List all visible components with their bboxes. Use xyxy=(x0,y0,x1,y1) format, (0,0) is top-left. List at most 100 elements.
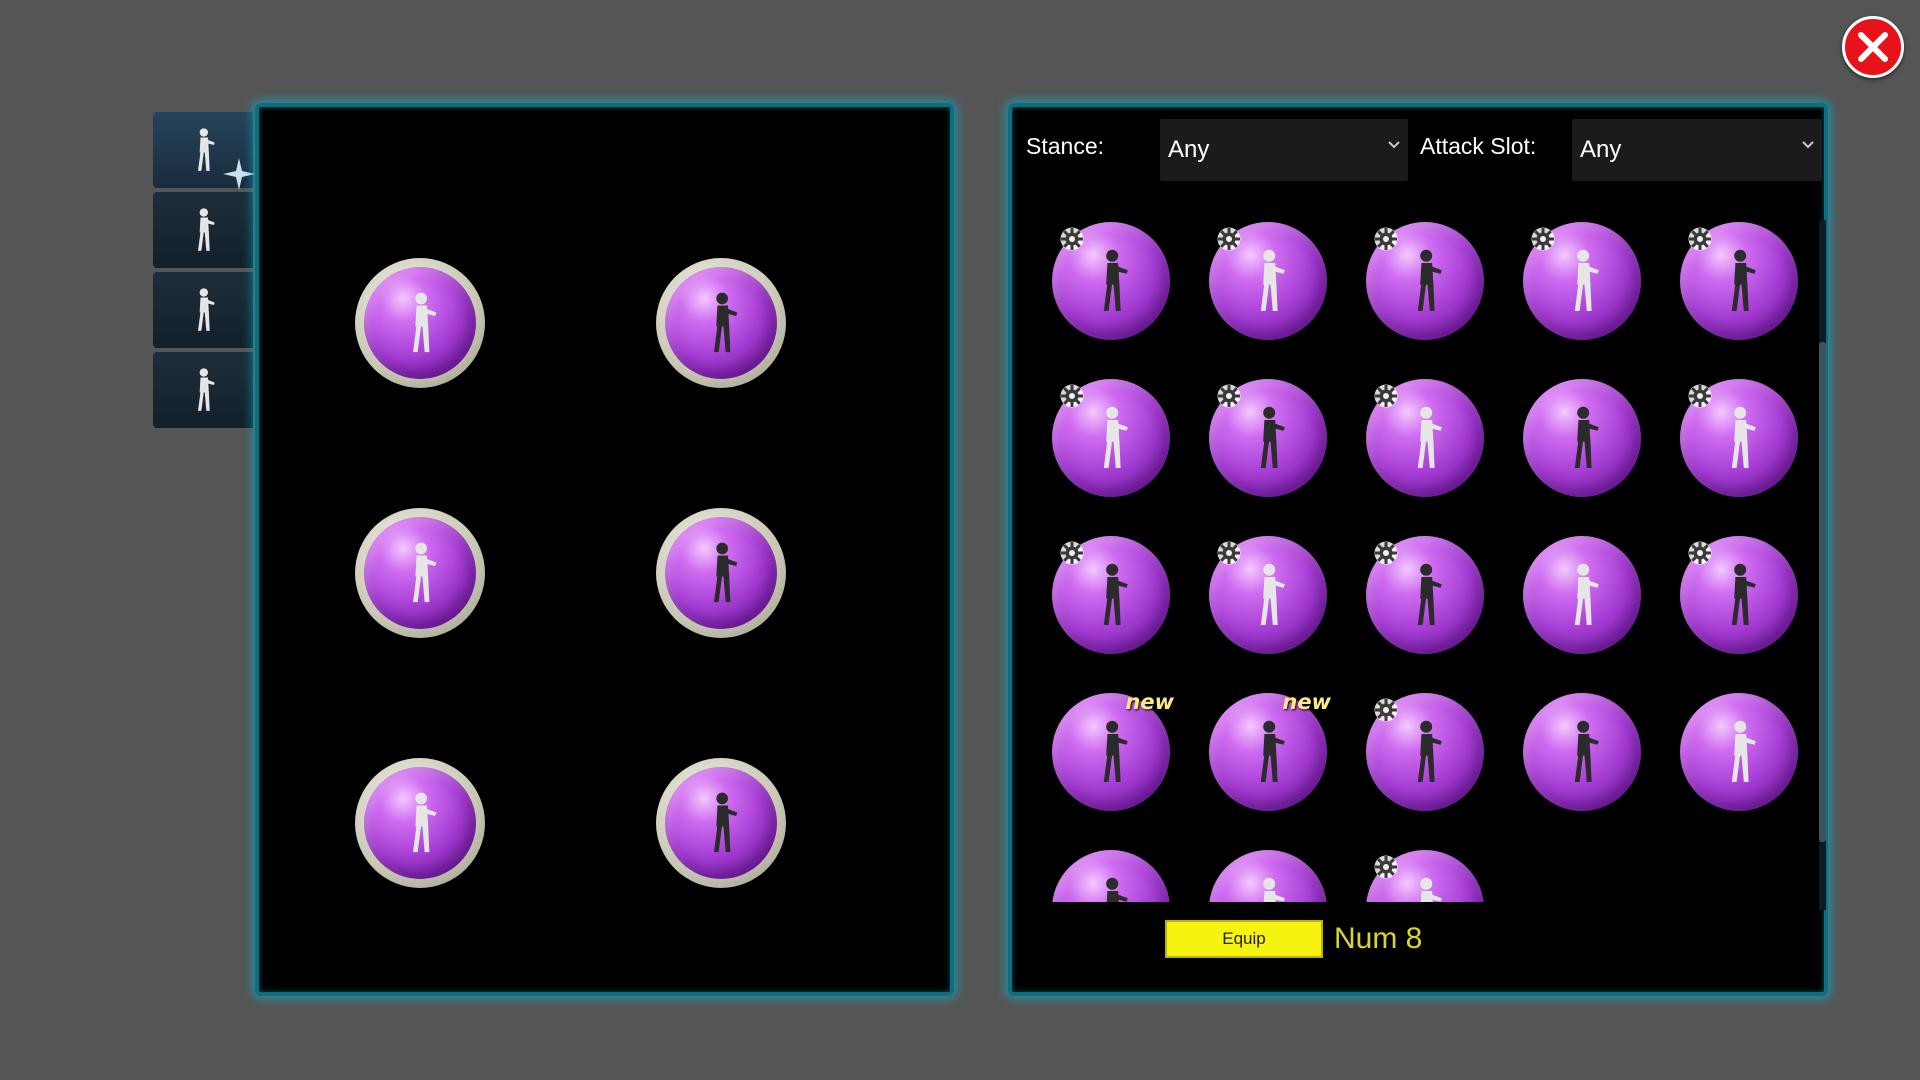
stand-pose-icon xyxy=(413,292,437,353)
scrollbar-thumb[interactable] xyxy=(1819,342,1826,842)
move-orb xyxy=(1209,850,1327,902)
stance-tabs xyxy=(153,112,255,432)
fighter-pose-icon xyxy=(1417,406,1442,468)
punch-pose-icon xyxy=(714,292,738,353)
new-badge: new xyxy=(1125,690,1174,714)
move-item-5[interactable] xyxy=(1680,222,1798,340)
low-lunge-pose-icon xyxy=(714,542,738,603)
equip-count-label: Num 8 xyxy=(1334,922,1423,955)
gear-icon xyxy=(1374,541,1398,565)
stance-filter-dropdown[interactable]: Any xyxy=(1160,119,1408,181)
fighter-pose-icon xyxy=(1103,563,1128,625)
move-orb xyxy=(1523,379,1641,497)
fighter-pose-icon xyxy=(1417,563,1442,625)
equip-button[interactable]: Equip xyxy=(1165,920,1323,958)
equipped-slot-3[interactable] xyxy=(355,508,485,638)
move-orb xyxy=(665,517,777,629)
move-item-13[interactable] xyxy=(1366,536,1484,654)
equipped-moves-panel xyxy=(255,103,954,996)
gear-icon xyxy=(1374,227,1398,251)
move-item-7[interactable] xyxy=(1209,379,1327,497)
move-item-21[interactable] xyxy=(1052,850,1170,902)
move-item-4[interactable] xyxy=(1523,222,1641,340)
move-orb xyxy=(665,267,777,379)
move-item-8[interactable] xyxy=(1366,379,1484,497)
selected-sparkle-icon xyxy=(223,158,255,190)
move-item-1[interactable] xyxy=(1052,222,1170,340)
stance-filter-value: Any xyxy=(1168,136,1210,163)
sweep-kick-pose-icon xyxy=(714,792,738,853)
move-item-10[interactable] xyxy=(1680,379,1798,497)
move-library-panel: Stance: Any Attack Slot: Any new new xyxy=(1008,103,1828,996)
fighter-pose-icon xyxy=(1731,249,1756,311)
filter-bar: Stance: Any Attack Slot: Any xyxy=(1012,119,1824,181)
fighter-stance-2-icon xyxy=(198,208,215,251)
fighter-stance-3-icon xyxy=(198,288,215,331)
fighter-pose-icon xyxy=(1574,406,1599,468)
new-badge: new xyxy=(1282,690,1331,714)
move-item-14[interactable] xyxy=(1523,536,1641,654)
equipped-slot-4[interactable] xyxy=(656,508,786,638)
move-orb xyxy=(665,767,777,879)
fighter-pose-icon xyxy=(1731,563,1756,625)
move-grid-scrollbar[interactable] xyxy=(1819,220,1826,910)
fighter-pose-icon xyxy=(1574,720,1599,782)
move-orb xyxy=(1523,693,1641,811)
move-item-16[interactable]: new xyxy=(1052,690,1174,811)
move-item-22[interactable] xyxy=(1209,850,1327,902)
fighter-pose-icon xyxy=(1260,563,1285,625)
chevron-down-icon xyxy=(1802,141,1814,149)
fighter-pose-icon xyxy=(1574,249,1599,311)
equipped-slot-6[interactable] xyxy=(656,758,786,888)
move-grid: new new xyxy=(1032,222,1802,902)
gear-icon xyxy=(1217,384,1241,408)
gear-icon xyxy=(1217,227,1241,251)
gear-icon xyxy=(1060,227,1084,251)
attack-slot-filter-value: Any xyxy=(1580,136,1622,163)
move-item-9[interactable] xyxy=(1523,379,1641,497)
move-item-23[interactable] xyxy=(1366,850,1484,902)
stance-filter-label: Stance: xyxy=(1026,133,1104,159)
move-orb xyxy=(364,517,476,629)
fighter-pose-icon xyxy=(1260,406,1285,468)
fighter-pose-icon xyxy=(1574,563,1599,625)
move-item-11[interactable] xyxy=(1052,536,1170,654)
move-item-18[interactable] xyxy=(1366,693,1484,811)
gear-icon xyxy=(1374,698,1398,722)
side-kick-pose-icon xyxy=(413,792,437,853)
equipped-slot-1[interactable] xyxy=(355,258,485,388)
chevron-down-icon xyxy=(1388,141,1400,149)
equipped-slot-2[interactable] xyxy=(656,258,786,388)
move-item-12[interactable] xyxy=(1209,536,1327,654)
fighter-pose-icon xyxy=(1103,406,1128,468)
move-item-2[interactable] xyxy=(1209,222,1327,340)
gear-icon xyxy=(1688,384,1712,408)
fighter-stance-4-icon xyxy=(198,368,215,411)
gear-icon xyxy=(1060,384,1084,408)
move-item-15[interactable] xyxy=(1680,536,1798,654)
gear-icon xyxy=(1374,384,1398,408)
gear-icon xyxy=(1060,541,1084,565)
move-item-20[interactable] xyxy=(1680,693,1798,811)
move-orb xyxy=(364,767,476,879)
close-button[interactable] xyxy=(1842,16,1904,78)
close-x-icon xyxy=(1858,32,1888,62)
attack-slot-filter-dropdown[interactable]: Any xyxy=(1572,119,1822,181)
move-orb xyxy=(364,267,476,379)
move-item-19[interactable] xyxy=(1523,693,1641,811)
stance-tab-1[interactable] xyxy=(153,112,255,190)
gear-icon xyxy=(1531,227,1555,251)
move-orb xyxy=(1523,536,1641,654)
move-orb xyxy=(1680,693,1798,811)
move-item-3[interactable] xyxy=(1366,222,1484,340)
fighter-pose-icon xyxy=(1260,249,1285,311)
stance-tab-3[interactable] xyxy=(153,272,253,348)
gear-icon xyxy=(1374,855,1398,879)
move-item-17[interactable]: new xyxy=(1209,690,1331,811)
stance-tab-2[interactable] xyxy=(153,192,253,268)
equipped-slot-5[interactable] xyxy=(355,758,485,888)
move-item-6[interactable] xyxy=(1052,379,1170,497)
attack-slot-filter-label: Attack Slot: xyxy=(1420,133,1537,159)
stance-tab-4[interactable] xyxy=(153,352,253,428)
fighter-pose-icon xyxy=(1263,877,1285,902)
